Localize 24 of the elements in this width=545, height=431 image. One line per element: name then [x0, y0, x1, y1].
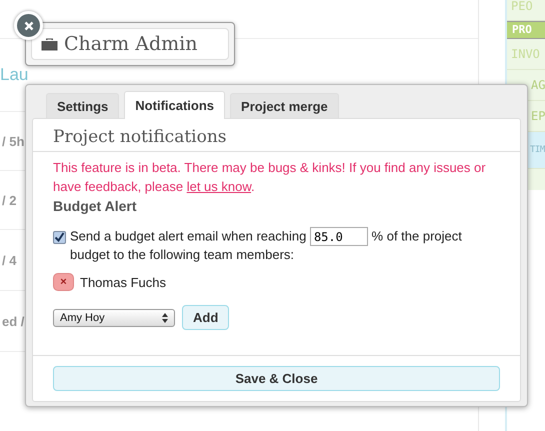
panel-heading: Project notifications — [53, 127, 227, 147]
stepper-icon — [162, 312, 168, 322]
member-name: Thomas Fuchs — [80, 274, 166, 290]
charm-title: Charm Admin — [64, 33, 198, 55]
close-icon — [24, 20, 34, 30]
close-button[interactable] — [14, 11, 43, 40]
tab[interactable]: Project merge — [230, 93, 339, 118]
member-select[interactable]: Amy Hoy — [53, 308, 175, 326]
briefcase-icon — [41, 37, 58, 51]
add-button[interactable]: Add — [182, 305, 230, 330]
beta-notice: This feature is in beta. There may be bugs & kinks! If you find any issues or have feedback, please let us know. — [53, 159, 487, 196]
row-detail: / 4 — [2, 252, 16, 268]
remove-member-button[interactable]: × — [53, 273, 74, 291]
section-title: Budget Alert — [53, 198, 138, 214]
tab[interactable]: Notifications — [124, 91, 226, 119]
threshold-field[interactable]: 85.0 — [310, 227, 368, 246]
feedback-link[interactable]: let us know — [186, 179, 252, 194]
tab[interactable]: Settings — [46, 93, 120, 118]
save-close-button[interactable]: Save & Close — [53, 366, 500, 391]
alert-label: Send a budget alert email when reaching 85.0 % of the project budget to the following team members: — [70, 227, 500, 264]
row-detail: ed / — [2, 314, 24, 328]
row-detail: / 2 — [2, 192, 16, 208]
alert-checkbox[interactable] — [53, 231, 66, 244]
row-detail: / 5h — [2, 134, 24, 148]
